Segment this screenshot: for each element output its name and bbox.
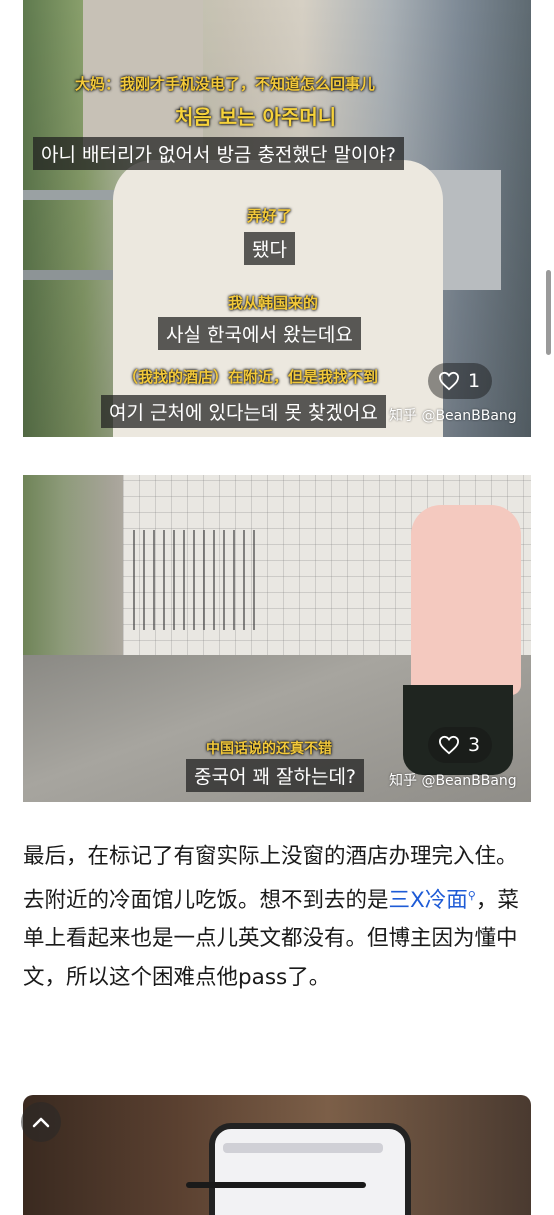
post-image-2[interactable]: 中国话说的还真不错 중국어 꽤 잘하는데? 3 知乎 @BeanBBang — [23, 475, 531, 802]
subtitle-cn: 弄好了 — [247, 207, 293, 225]
subtitle-kr: 아니 배터리가 없어서 방금 충전했단 말이야? — [33, 137, 404, 170]
image-subject — [411, 505, 521, 695]
watermark: 知乎 @BeanBBang — [389, 408, 517, 424]
topic-link-label: 三X冷面 — [388, 887, 468, 913]
subtitle-kr: 사실 한국에서 왔는데요 — [158, 317, 361, 350]
subtitle-cn: 中国话说的还真不错 — [206, 741, 332, 757]
post-image-3[interactable] — [23, 1095, 531, 1215]
home-indicator[interactable] — [186, 1182, 366, 1188]
back-to-top-button[interactable] — [21, 1102, 61, 1142]
subtitle-kr: 중국어 꽤 잘하는데? — [186, 759, 365, 792]
article-paragraph: 最后，在标记了有窗实际上没窗的酒店办理完入住。去附近的冷面馆儿吃饭。想不到去的是… — [23, 838, 531, 997]
subtitle-cn: （我找的酒店）在附近，但是我找不到 — [123, 368, 379, 386]
watermark: 知乎 @BeanBBang — [389, 773, 517, 789]
heart-outline-icon — [438, 371, 460, 391]
chevron-up-icon — [32, 1117, 50, 1128]
scrollbar[interactable] — [546, 270, 551, 355]
heart-outline-icon — [438, 735, 460, 755]
subtitle-cn: 大妈：我刚才手机没电了，不知道怎么回事儿 — [75, 75, 376, 93]
subtitle-cn: 我从韩国来的 — [228, 294, 319, 312]
subtitle-kr: 됐다 — [244, 232, 295, 265]
like-count: 3 — [468, 734, 481, 756]
subtitle-title: 처음 보는 아주머니 — [175, 105, 337, 129]
post-image-1[interactable]: 大妈：我刚才手机没电了，不知道怎么回事儿 처음 보는 아주머니 아니 배터리가 … — [23, 0, 531, 437]
like-button[interactable]: 1 — [428, 363, 493, 399]
search-icon: ⚲ — [467, 888, 476, 902]
image-subject — [209, 1123, 411, 1215]
subtitle-kr: 여기 근처에 있다는데 못 찾겠어요 — [101, 395, 386, 428]
topic-link[interactable]: 三X冷面⚲ — [389, 888, 476, 913]
like-count: 1 — [468, 370, 481, 392]
image-background — [133, 530, 263, 630]
image-subject — [223, 1143, 383, 1153]
like-button[interactable]: 3 — [428, 727, 493, 763]
